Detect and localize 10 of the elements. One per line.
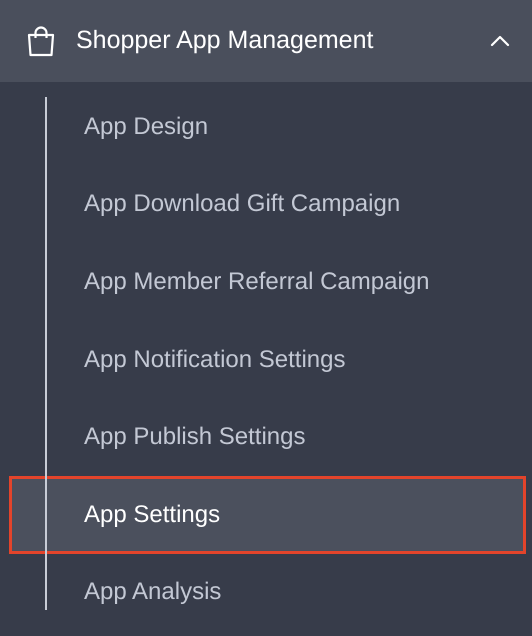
shopping-bag-icon	[26, 25, 56, 57]
submenu-item[interactable]: App Publish Settings	[9, 398, 526, 476]
submenu-item[interactable]: App Design	[9, 88, 526, 166]
submenu-item[interactable]: App Download Gift Campaign	[9, 166, 526, 244]
menu-group-header[interactable]: Shopper App Management	[0, 0, 532, 82]
submenu-item[interactable]: App Member Referral Campaign	[9, 243, 526, 321]
submenu-item[interactable]: App Notification Settings	[9, 320, 526, 398]
submenu-item[interactable]: App Settings	[9, 476, 526, 554]
submenu-item[interactable]: App Analysis	[9, 554, 526, 632]
menu-group-title: Shopper App Management	[76, 25, 374, 56]
